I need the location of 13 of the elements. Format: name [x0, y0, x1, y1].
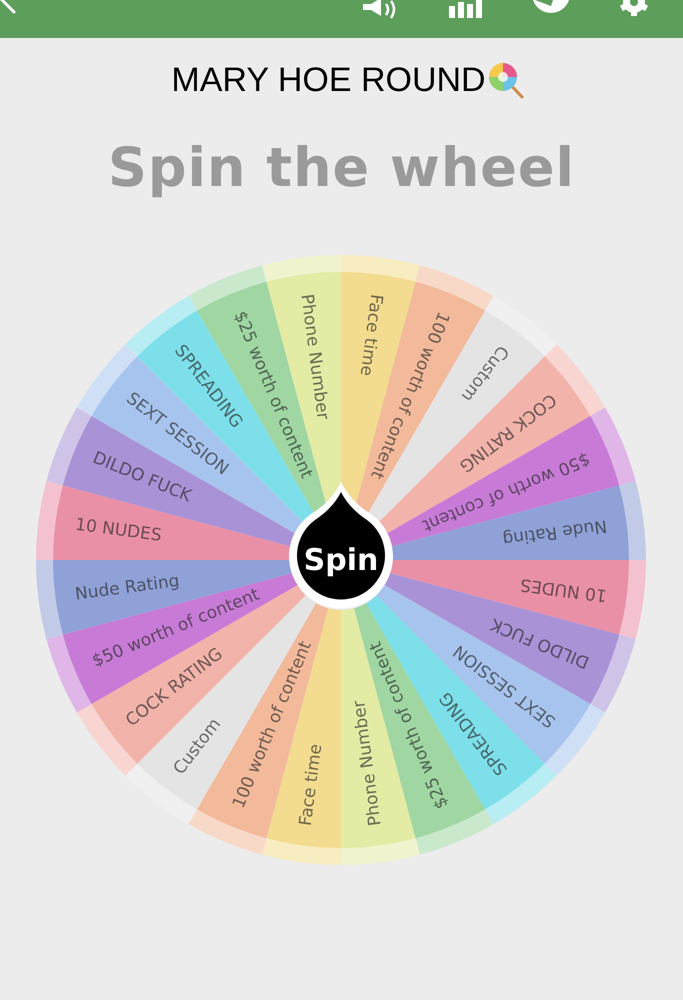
- heading: Spin the wheel: [106, 135, 576, 201]
- segment-label: Face time: [296, 742, 326, 827]
- segment-label: 10 NUDES: [74, 514, 163, 546]
- segment-label: Nude Rating: [74, 571, 181, 605]
- bar-chart-icon[interactable]: [449, 0, 483, 18]
- spin-button[interactable]: Spin: [289, 482, 393, 608]
- page-title: MARY HOE ROUND: [171, 60, 486, 100]
- segment-label: Face time: [356, 293, 386, 378]
- segment-label: 10 NUDES: [519, 574, 608, 606]
- segment-label: Nude Rating: [501, 515, 608, 549]
- settings-icon[interactable]: [619, 0, 649, 18]
- segment-label: Phone Number: [349, 699, 386, 828]
- segment-label: Phone Number: [296, 292, 333, 421]
